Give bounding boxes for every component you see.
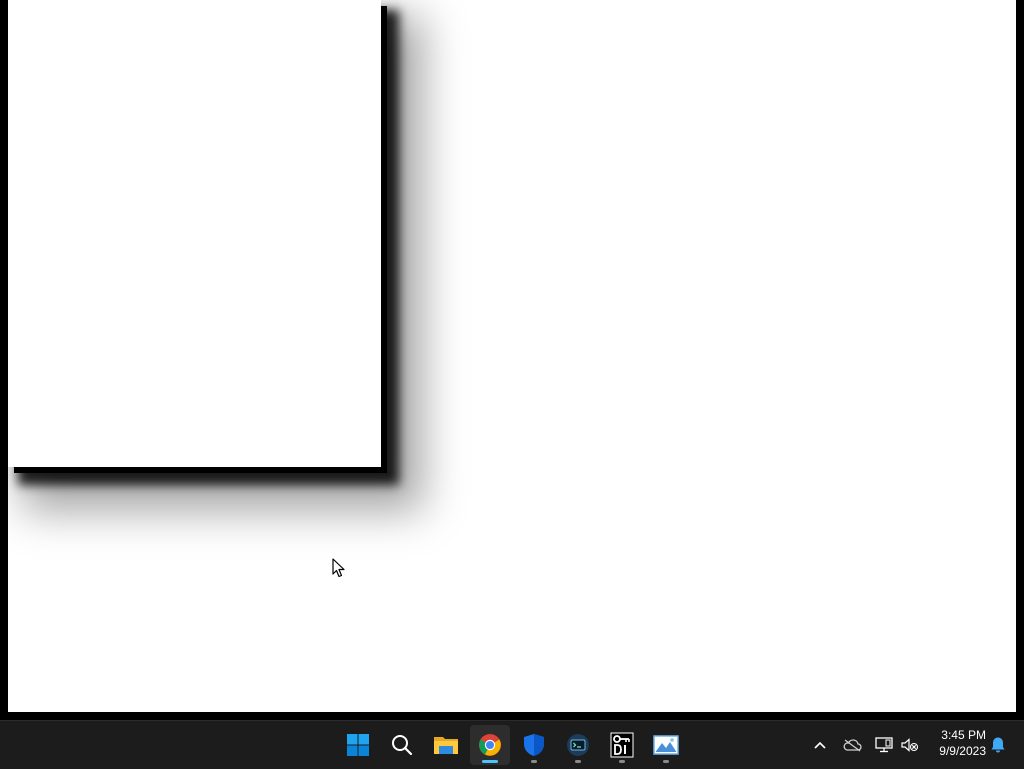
search-icon	[392, 735, 413, 756]
shield-icon	[524, 734, 544, 756]
blank-window-content	[8, 0, 381, 467]
taskbar: 3:45 PM 9/9/2023	[0, 720, 1024, 769]
focused-indicator	[482, 760, 498, 763]
chrome-button[interactable]	[470, 725, 510, 765]
onedrive-tray-button[interactable]	[838, 729, 866, 761]
photos-icon	[653, 735, 679, 755]
onedrive-icon	[843, 739, 862, 752]
clock-time: 3:45 PM	[941, 728, 986, 742]
running-indicator	[619, 760, 625, 763]
start-button[interactable]	[338, 725, 378, 765]
windows-start-icon	[347, 734, 369, 756]
windows-security-button[interactable]	[514, 725, 554, 765]
file-explorer-button[interactable]	[426, 725, 466, 765]
desktop	[8, 0, 1016, 712]
chevron-up-icon	[814, 741, 826, 749]
bell-icon	[991, 737, 1005, 753]
key-di-icon	[610, 732, 634, 758]
running-indicator	[531, 760, 537, 763]
terminal-app-button[interactable]	[558, 725, 598, 765]
terminal-icon	[567, 734, 589, 756]
volume-tray-button[interactable]	[896, 729, 924, 761]
running-indicator	[575, 760, 581, 763]
search-button[interactable]	[382, 725, 422, 765]
volume-muted-icon	[901, 738, 919, 752]
network-icon	[875, 737, 893, 753]
mouse-cursor-icon	[332, 558, 345, 578]
photos-button[interactable]	[646, 725, 686, 765]
folder-icon	[434, 737, 458, 754]
key-app-button[interactable]	[602, 725, 642, 765]
network-tray-button[interactable]	[870, 729, 898, 761]
running-indicator	[663, 760, 669, 763]
notifications-button[interactable]	[984, 729, 1012, 761]
clock[interactable]: 3:45 PM 9/9/2023	[926, 727, 986, 763]
clock-date: 9/9/2023	[939, 744, 986, 758]
show-hidden-icons-button[interactable]	[806, 729, 834, 761]
chrome-icon	[479, 734, 501, 756]
